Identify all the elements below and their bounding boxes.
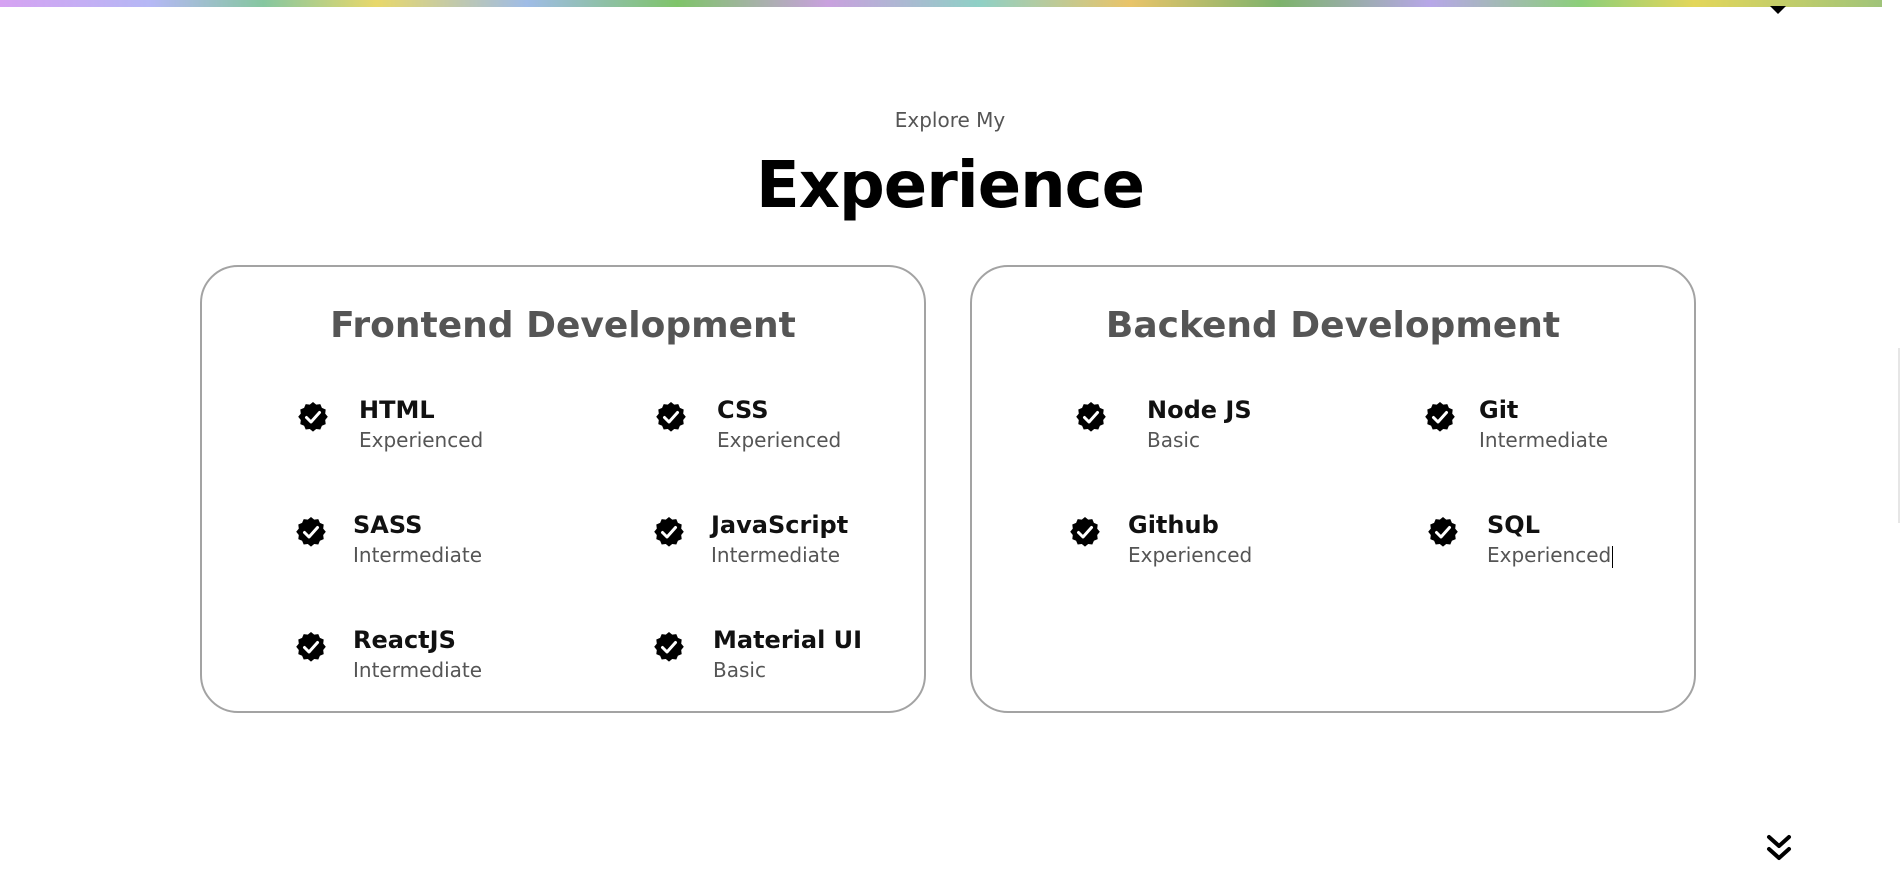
skill-level: Intermediate xyxy=(711,543,841,567)
check-badge-icon xyxy=(1427,516,1459,548)
check-badge-icon xyxy=(653,516,685,548)
backend-card-title: Backend Development xyxy=(1105,305,1561,346)
experience-section-header: Explore My Experience xyxy=(0,104,1900,226)
check-badge-icon xyxy=(295,631,327,663)
skill-level: Intermediate xyxy=(353,543,483,567)
check-badge-icon xyxy=(1069,516,1101,548)
check-badge-icon xyxy=(653,631,685,663)
skill-level: Basic xyxy=(713,658,766,682)
skill-level: Intermediate xyxy=(1479,428,1609,452)
skill-level-text: Experienced xyxy=(1487,543,1612,567)
backend-card: Backend Development Node JS Basic Git In… xyxy=(970,265,1696,713)
skill-name: Github xyxy=(1128,511,1219,539)
skill-level: Basic xyxy=(1147,428,1200,452)
check-badge-icon xyxy=(655,401,687,433)
skill-name: HTML xyxy=(359,396,435,424)
skill-name: SASS xyxy=(353,511,423,539)
text-caret xyxy=(1612,545,1614,568)
check-badge-icon xyxy=(1075,401,1107,433)
caret-down-icon[interactable] xyxy=(1770,6,1786,14)
check-badge-icon xyxy=(1424,401,1456,433)
section-subtitle: Explore My xyxy=(894,108,1006,132)
skill-name: ReactJS xyxy=(353,626,456,654)
skill-level: Experienced xyxy=(717,428,842,452)
skill-name: CSS xyxy=(717,396,769,424)
check-badge-icon xyxy=(297,401,329,433)
page-scrollbar[interactable] xyxy=(1882,0,1902,882)
frontend-card-title: Frontend Development xyxy=(330,305,796,346)
experience-page: Explore My Experience Frontend Developme… xyxy=(0,0,1902,882)
skill-name: SQL xyxy=(1487,511,1540,539)
skill-name: Node JS xyxy=(1147,396,1252,424)
skill-level: Experienced xyxy=(1487,540,1614,570)
skill-level: Intermediate xyxy=(353,658,483,682)
skill-name: JavaScript xyxy=(711,511,849,539)
skill-name: Git xyxy=(1479,396,1519,424)
frontend-card: Frontend Development HTML Experienced CS… xyxy=(200,265,926,713)
check-badge-icon xyxy=(295,516,327,548)
scrollbar-thumb[interactable] xyxy=(1898,348,1900,523)
section-title: Experience xyxy=(755,149,1145,223)
double-chevron-down-icon[interactable] xyxy=(1763,832,1795,864)
skill-name: Material UI xyxy=(713,626,863,654)
header-image-strip xyxy=(0,0,1882,7)
skill-level: Experienced xyxy=(359,428,484,452)
skill-level: Experienced xyxy=(1128,543,1253,567)
